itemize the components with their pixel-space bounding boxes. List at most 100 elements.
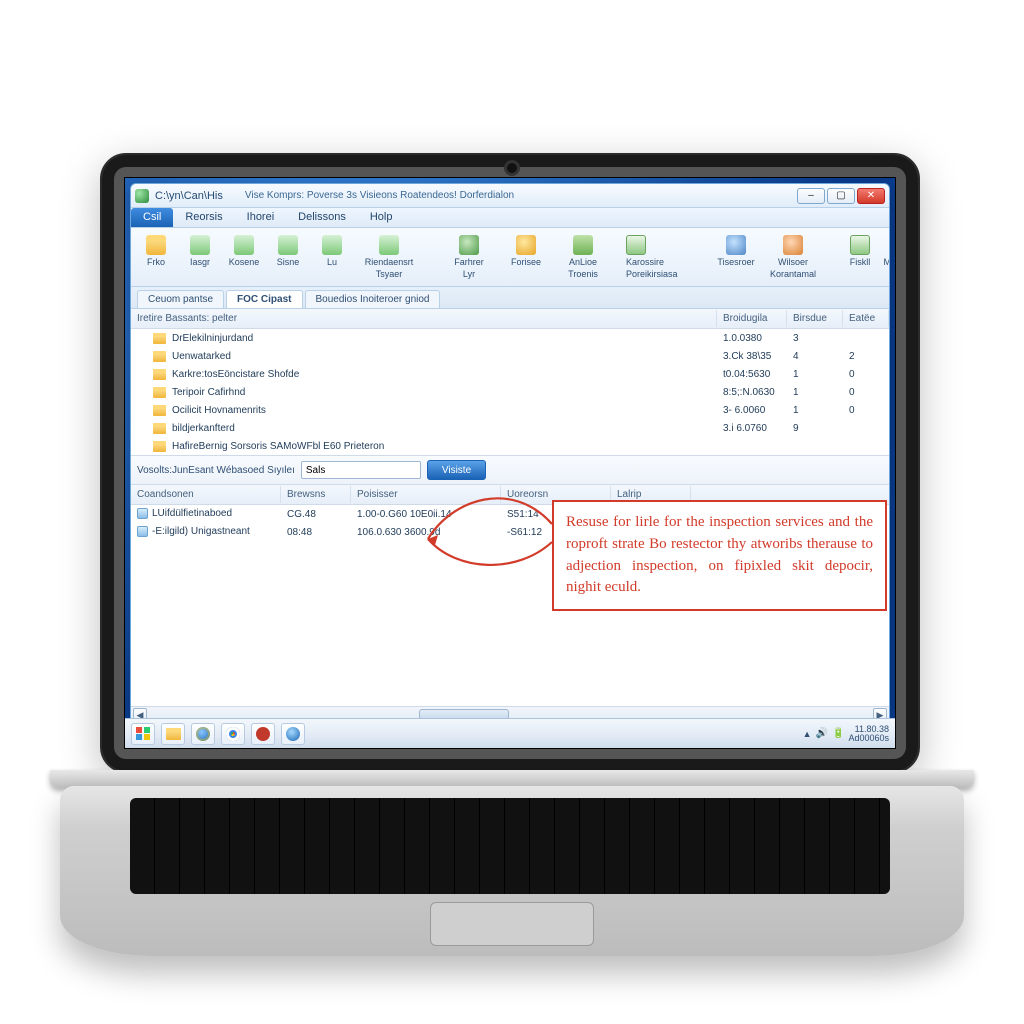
ribbon-btn-8[interactable]: Forisee [507,232,545,270]
ribbon-btn-10[interactable]: KarossirePoreikirsiasa [621,232,701,282]
sheet-icon [626,235,646,255]
tab-1[interactable]: FOC Cipast [226,290,302,308]
row-cell [843,337,889,339]
close-button[interactable]: ✕ [857,188,885,204]
row-name: Uenwatarked [172,351,231,362]
folder-icon [166,728,181,740]
taskbar-chrome-button[interactable] [221,723,245,745]
taskbar-app-button[interactable] [251,723,275,745]
ribbon-btn-12[interactable]: Tisesroer [717,232,755,270]
col-b0[interactable]: Coandsonen [131,486,281,503]
folder-icon [153,387,166,398]
chrome-icon [226,727,240,741]
tray-icon[interactable]: 🔊 [816,728,828,739]
row-cell: 0 [843,368,889,381]
windows-icon [136,727,150,741]
ribbon-btn-2[interactable]: Kosene [225,232,263,270]
ribbon-label: Frko [147,257,165,267]
maximize-button[interactable]: ▢ [827,188,855,204]
row-cell: LUifdülfietinaboed [131,507,281,520]
row-cell: 0 [843,404,889,417]
tab-2[interactable]: Bouedios Inoiteroer gniod [305,290,441,308]
col-name[interactable]: Iretire Bassants: pelter [131,310,717,327]
row-name: HafireBernig Sorsoris SAMoWFbl E60 Priet… [172,441,384,452]
table-row[interactable]: bildjerkanfterd3.i 6.07609 [131,419,889,437]
ribbon-btn-1[interactable]: Iasgr [181,232,219,270]
menu-item-2[interactable]: Ihorei [235,208,287,227]
start-button[interactable] [131,723,155,745]
menu-bar: Csil Reorsis Ihorei Delissons Holp [131,208,889,228]
search-bar: Vosolts:JunEsant Wébasoed Sıyıleı Visist… [131,455,889,485]
row-cell: 8:5;:N.0630 [717,386,787,399]
ribbon-btn-15[interactable]: Fiskll [841,232,879,270]
window-title: C:\yn\Can\His [155,190,223,202]
search-input[interactable] [301,461,421,479]
star-icon [516,235,536,255]
system-tray[interactable]: ▲ 🔊 🔋 11.80.38 Ad00060s [803,725,889,743]
col-3[interactable]: Eatëe [843,310,889,327]
row-name: DrElekilninjurdand [172,333,253,344]
folder-icon [146,235,166,255]
tray-icon[interactable]: 🔋 [832,728,844,739]
minimize-button[interactable]: – [797,188,825,204]
ribbon-label: Wilsoer [778,257,808,267]
col-b2[interactable]: Poisisser [351,486,501,503]
row-cell: 1 [787,368,843,381]
ribbon-label: Sisne [277,257,300,267]
menu-item-3[interactable]: Delissons [286,208,358,227]
taskbar-folder-button[interactable] [161,723,185,745]
row-cell: -E:ilgild) Unigastneant [131,525,281,538]
menu-item-1[interactable]: Reorsis [173,208,234,227]
ribbon-btn-16[interactable]: Mowsnoyr [885,232,890,270]
row-name: bildjerkanfterd [172,423,235,434]
table-row[interactable]: Uenwatarked3.Ck 38\3542 [131,347,889,365]
ribbon-btn-3[interactable]: Sisne [269,232,307,270]
search-button[interactable]: Visiste [427,460,486,480]
col-b1[interactable]: Brewsns [281,486,351,503]
table-row[interactable]: Karkre:tosEöncistare Shofdet0.04:563010 [131,365,889,383]
tab-0[interactable]: Ceuom pantse [137,290,224,308]
ribbon-btn-13[interactable]: WilsoerKorantamal [761,232,825,282]
menu-item-0[interactable]: Csil [131,208,173,227]
ribbon-btn-7[interactable]: FarhrerLyr [437,232,501,282]
row-name: Teripoir Cafirhnd [172,387,245,398]
doc-icon [234,235,254,255]
table-row[interactable]: DrElekilninjurdand1.0.03803 [131,329,889,347]
col-2[interactable]: Birsdue [787,310,843,327]
ribbon-btn-5[interactable]: RiendaensrtTsyaer [357,232,421,282]
col-1[interactable]: Broidugila [717,310,787,327]
taskbar-ie-button[interactable] [191,723,215,745]
table-row[interactable]: Ocilicit Hovnamenrits3- 6.006010 [131,401,889,419]
ribbon-open-button[interactable]: Frko [137,232,175,270]
ribbon-btn-4[interactable]: Lu [313,232,351,270]
tray-expand-icon[interactable]: ▲ [803,729,812,739]
taskbar-app2-button[interactable] [281,723,305,745]
row-cell: 3.i 6.0760 [717,422,787,435]
table-row[interactable]: Teripoir Cafirhnd8:5;:N.063010 [131,383,889,401]
table-row[interactable]: HafireBernig Sorsoris SAMoWFbl E60 Priet… [131,437,889,455]
row-cell: 2 [843,350,889,363]
ie-icon [196,727,210,741]
ribbon-label: Riendaensrt [365,257,414,267]
title-bar[interactable]: C:\yn\Can\His Vise Komprs: Poverse 3s Vi… [131,184,889,208]
doc-icon [379,235,399,255]
row-cell: 0 [843,386,889,399]
laptop-camera [507,163,517,173]
folder-icon [153,405,166,416]
laptop-keyboard [130,798,890,894]
row-cell: 3- 6.0060 [717,404,787,417]
folder-icon [153,333,166,344]
ribbon-sublabel: Poreikirsiasa [626,269,678,279]
globe-icon [286,727,300,741]
menu-item-4[interactable]: Holp [358,208,405,227]
ribbon-label: Farhrer [454,257,484,267]
ribbon-btn-9[interactable]: AnLioeTroenis [551,232,615,282]
row-cell: 1.00-0.G60 10E0ii.14 [351,508,501,521]
row-cell: 106.0.630 3600.9d [351,526,501,539]
ribbon-toolbar: Frko Iasgr Kosene Sisne Lu RiendaensrtTs… [131,228,889,287]
table-header[interactable]: Iretire Bassants: pelter Broidugila Birs… [131,309,889,329]
clock[interactable]: 11.80.38 Ad00060s [848,725,889,743]
row-cell: 3.Ck 38\35 [717,350,787,363]
folder-icon [153,441,166,452]
taskbar: ▲ 🔊 🔋 11.80.38 Ad00060s [125,718,895,748]
